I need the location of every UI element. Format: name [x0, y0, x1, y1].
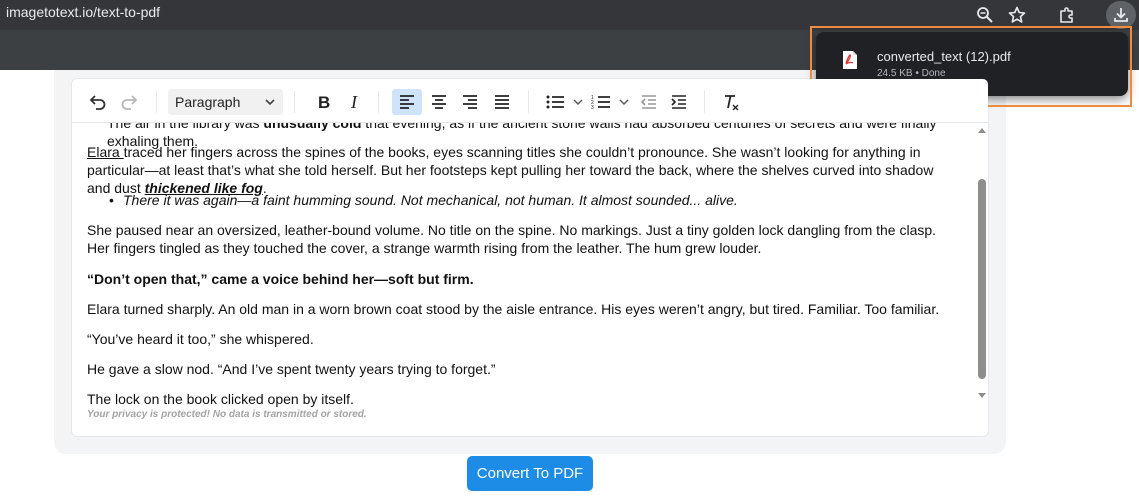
align-left-icon[interactable] — [392, 89, 422, 115]
download-icon — [1114, 8, 1128, 22]
paragraph-4: “Don’t open that,” came a voice behind h… — [87, 271, 474, 287]
svg-text:B: B — [318, 93, 330, 111]
editor-scrollbar[interactable] — [974, 125, 988, 405]
bulleted-list-icon[interactable] — [542, 89, 586, 115]
italic-icon[interactable]: I — [342, 89, 368, 115]
heading-dropdown[interactable]: Paragraph — [168, 89, 283, 115]
numbered-list-icon[interactable]: 123 — [588, 89, 632, 115]
editor-toolbar: Paragraph B I 123 — [72, 79, 988, 123]
paragraph-6: “You’ve heard it too,” she whispered. — [87, 331, 314, 347]
svg-text:I: I — [350, 93, 358, 111]
url-text[interactable]: imagetotext.io/text-to-pdf — [6, 4, 160, 20]
rich-text-editor[interactable]: Paragraph B I 123 The air in the library… — [71, 78, 989, 437]
svg-text:3: 3 — [591, 105, 594, 110]
scroll-up-icon[interactable] — [975, 125, 989, 135]
paragraph-1: Elara traced her fingers across the spin… — [87, 143, 959, 197]
extensions-icon[interactable] — [1055, 3, 1079, 27]
download-button[interactable] — [1106, 1, 1136, 29]
convert-to-pdf-button[interactable]: Convert To PDF — [467, 456, 593, 491]
scroll-thumb[interactable] — [978, 179, 986, 379]
indent-icon[interactable] — [666, 89, 692, 115]
align-center-icon[interactable] — [425, 89, 453, 115]
toolbar-separator — [294, 91, 295, 113]
underlined-text: Elara — [87, 144, 124, 160]
scroll-down-icon[interactable] — [975, 391, 989, 401]
heading-dropdown-label: Paragraph — [175, 94, 241, 110]
outdent-icon[interactable] — [636, 89, 662, 115]
toolbar-separator — [156, 91, 157, 113]
remove-format-icon[interactable] — [718, 89, 744, 115]
paragraph-8: The lock on the book clicked open by its… — [87, 391, 354, 407]
toolbar-separator — [528, 91, 529, 113]
toolbar-separator — [378, 91, 379, 113]
editor-content[interactable]: The air in the library was unusually col… — [87, 117, 959, 417]
paragraph-5: Elara turned sharply. An old man in a wo… — [87, 301, 940, 317]
bullet-item: There it was again—a faint humming sound… — [87, 191, 959, 209]
bookmark-star-icon[interactable] — [1005, 3, 1029, 27]
paragraph-7: He gave a slow nod. “And I’ve spent twen… — [87, 361, 496, 377]
zoom-icon[interactable] — [973, 3, 997, 27]
paragraph-3: She paused near an oversized, leather-bo… — [87, 222, 937, 256]
align-right-icon[interactable] — [456, 89, 484, 115]
chevron-down-icon — [265, 99, 275, 106]
privacy-note: Your privacy is protected! No data is tr… — [87, 409, 367, 420]
align-justify-icon[interactable] — [488, 89, 516, 115]
undo-icon[interactable] — [84, 89, 110, 115]
redo-icon[interactable] — [117, 89, 143, 115]
toolbar-separator — [704, 91, 705, 113]
bold-icon[interactable]: B — [310, 89, 336, 115]
